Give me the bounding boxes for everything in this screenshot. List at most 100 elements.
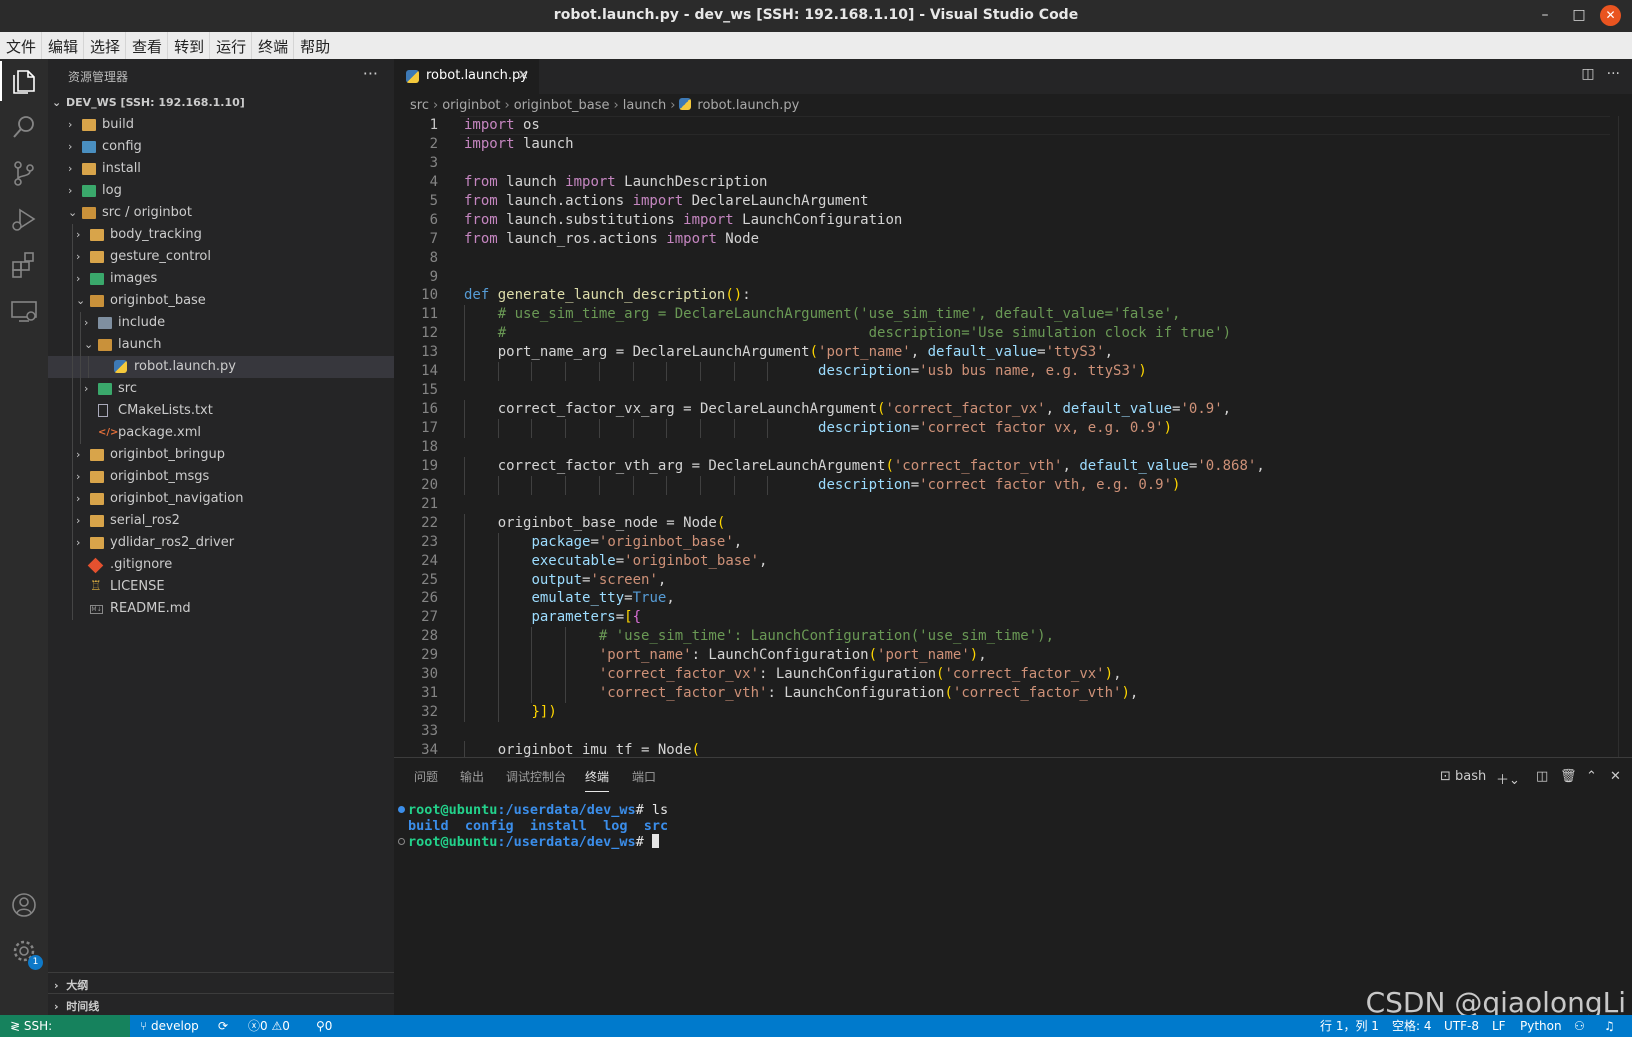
end-of-line[interactable]: LF (1492, 1015, 1506, 1037)
ports-indicator[interactable]: ⚲0 (316, 1015, 332, 1037)
menu-edit[interactable]: 编辑 (41, 32, 83, 59)
line-number: 7 (429, 230, 438, 247)
encoding[interactable]: UTF-8 (1444, 1015, 1479, 1037)
bottom-panel: 问题 输出 调试控制台 终端 端口 ⊡ bash ＋⌄ ◫ 🗑 ⌃ ✕ root… (394, 757, 1632, 1019)
line-number: 33 (421, 723, 438, 739)
tree-item[interactable]: › log (48, 180, 394, 202)
tree-item[interactable]: › body_tracking (48, 224, 394, 246)
tree-item[interactable]: › originbot_bringup (48, 444, 394, 466)
tab-robot-launch-py[interactable]: robot.launch.py × (394, 59, 539, 94)
activity-bar: 1 (0, 59, 48, 1015)
terminal-output[interactable]: root@ubuntu:/userdata/dev_ws# ls build c… (398, 802, 668, 850)
branch-indicator[interactable]: ⑂ develop (140, 1015, 199, 1037)
new-terminal-icon[interactable]: ＋⌄ (1496, 769, 1520, 788)
line-number: 32 (421, 704, 438, 721)
code-line: 17 description='correct factor vx, e.g. … (394, 419, 1632, 438)
indent-guide (72, 598, 73, 620)
line-number: 9 (429, 268, 438, 285)
tree-item[interactable]: › build (48, 114, 394, 136)
breadcrumb-item[interactable]: originbot_base (514, 98, 610, 113)
outline-label: 大纲 (66, 979, 89, 992)
tree-item[interactable]: › serial_ros2 (48, 510, 394, 532)
folder-images-icon (90, 273, 104, 285)
breadcrumb-item[interactable]: robot.launch.py (697, 98, 799, 113)
language-mode[interactable]: Python (1520, 1015, 1562, 1037)
tree-item[interactable]: CMakeLists.txt (48, 400, 394, 422)
minimize-button[interactable]: – (1530, 0, 1560, 32)
explorer-icon[interactable] (0, 61, 40, 101)
terminal-shell-selector[interactable]: ⊡ bash (1440, 769, 1486, 784)
menu-selection[interactable]: 选择 (83, 32, 125, 59)
tree-item[interactable]: ⌄ originbot_base (48, 290, 394, 312)
tree-item[interactable]: ♖ LICENSE (48, 576, 394, 598)
maximize-button[interactable]: □ (1564, 0, 1594, 32)
notifications-icon[interactable]: ♫ (1604, 1015, 1615, 1037)
tree-item[interactable]: › src (48, 378, 394, 400)
more-actions-icon[interactable]: ··· (363, 64, 378, 83)
indentation[interactable]: 空格: 4 (1392, 1015, 1432, 1037)
tree-item[interactable]: › originbot_msgs (48, 466, 394, 488)
outline-section[interactable]: › 大纲 (48, 972, 394, 994)
menu-help[interactable]: 帮助 (293, 32, 335, 59)
tree-item[interactable]: › include (48, 312, 394, 334)
more-actions-icon[interactable]: ··· (1607, 66, 1620, 82)
remote-explorer-icon[interactable] (8, 295, 40, 327)
tree-item-label: src / originbot (102, 205, 192, 220)
tree-item[interactable]: › originbot_navigation (48, 488, 394, 510)
remote-indicator[interactable]: ≷ SSH: 192.168.1.10 (0, 1015, 130, 1037)
problems-indicator[interactable]: ⓧ0 ⚠0 (248, 1015, 290, 1037)
folder-icon (90, 515, 104, 527)
menu-go[interactable]: 转到 (167, 32, 209, 59)
run-debug-icon[interactable] (8, 203, 40, 235)
line-number: 21 (421, 495, 438, 512)
tree-item[interactable]: M↓ README.md (48, 598, 394, 620)
editor-scrollbar[interactable] (1618, 116, 1632, 757)
settings-gear-icon[interactable]: 1 (8, 935, 43, 970)
close-window-button[interactable]: ✕ (1600, 5, 1621, 26)
split-terminal-icon[interactable]: ◫ (1536, 769, 1548, 784)
maximize-panel-icon[interactable]: ⌃ (1586, 769, 1597, 784)
indent-guide (80, 422, 81, 444)
tab-problems[interactable]: 问题 (414, 768, 438, 792)
tree-item[interactable]: robot.launch.py (48, 356, 394, 378)
breadcrumb-item[interactable]: originbot (442, 98, 500, 113)
menu-view[interactable]: 查看 (125, 32, 167, 59)
breadcrumb-item[interactable]: src (410, 98, 429, 113)
menu-run[interactable]: 运行 (209, 32, 251, 59)
account-icon[interactable] (8, 889, 40, 921)
split-editor-icon[interactable]: ◫ (1581, 66, 1594, 82)
tree-item[interactable]: › install (48, 158, 394, 180)
search-icon[interactable] (8, 111, 40, 143)
git-file-icon (87, 557, 104, 574)
tree-item[interactable]: › ydlidar_ros2_driver (48, 532, 394, 554)
cursor-position[interactable]: 行 1，列 1 (1320, 1015, 1379, 1037)
menu-terminal[interactable]: 终端 (251, 32, 293, 59)
tree-item[interactable]: › images (48, 268, 394, 290)
source-control-icon[interactable] (8, 157, 40, 189)
tab-close-icon[interactable]: × (517, 67, 529, 83)
sync-icon[interactable]: ⟳ (218, 1015, 228, 1037)
code-editor[interactable]: 1 import os 2 import launch 3 4 from launch im… (394, 116, 1632, 757)
tree-item[interactable]: ⌄ src / originbot (48, 202, 394, 224)
tree-item[interactable]: › gesture_control (48, 246, 394, 268)
tab-ports[interactable]: 端口 (632, 768, 656, 792)
tree-item[interactable]: </> package.xml (48, 422, 394, 444)
extensions-icon[interactable] (8, 249, 40, 281)
folder-icon (90, 251, 104, 263)
breadcrumb-item[interactable]: launch (623, 98, 666, 113)
workspace-root[interactable]: ⌄ DEV_WS [SSH: 192.168.1.10] (48, 92, 394, 114)
tab-debug-console[interactable]: 调试控制台 (506, 768, 566, 792)
tab-output[interactable]: 输出 (460, 768, 484, 792)
tree-item[interactable]: › config (48, 136, 394, 158)
tree-item-label: body_tracking (110, 227, 202, 242)
account-status-icon[interactable]: ⚇ (1574, 1015, 1585, 1037)
close-panel-icon[interactable]: ✕ (1610, 769, 1621, 784)
tree-item-label: log (102, 183, 122, 198)
tab-terminal[interactable]: 终端 (585, 768, 610, 792)
timeline-section[interactable]: › 时间线 (48, 993, 394, 1015)
tree-item[interactable]: ⌄ launch (48, 334, 394, 356)
folder-icon (90, 449, 104, 461)
tree-item[interactable]: .gitignore (48, 554, 394, 576)
menu-file[interactable]: 文件 (0, 32, 41, 59)
kill-terminal-icon[interactable]: 🗑 (1560, 769, 1577, 784)
